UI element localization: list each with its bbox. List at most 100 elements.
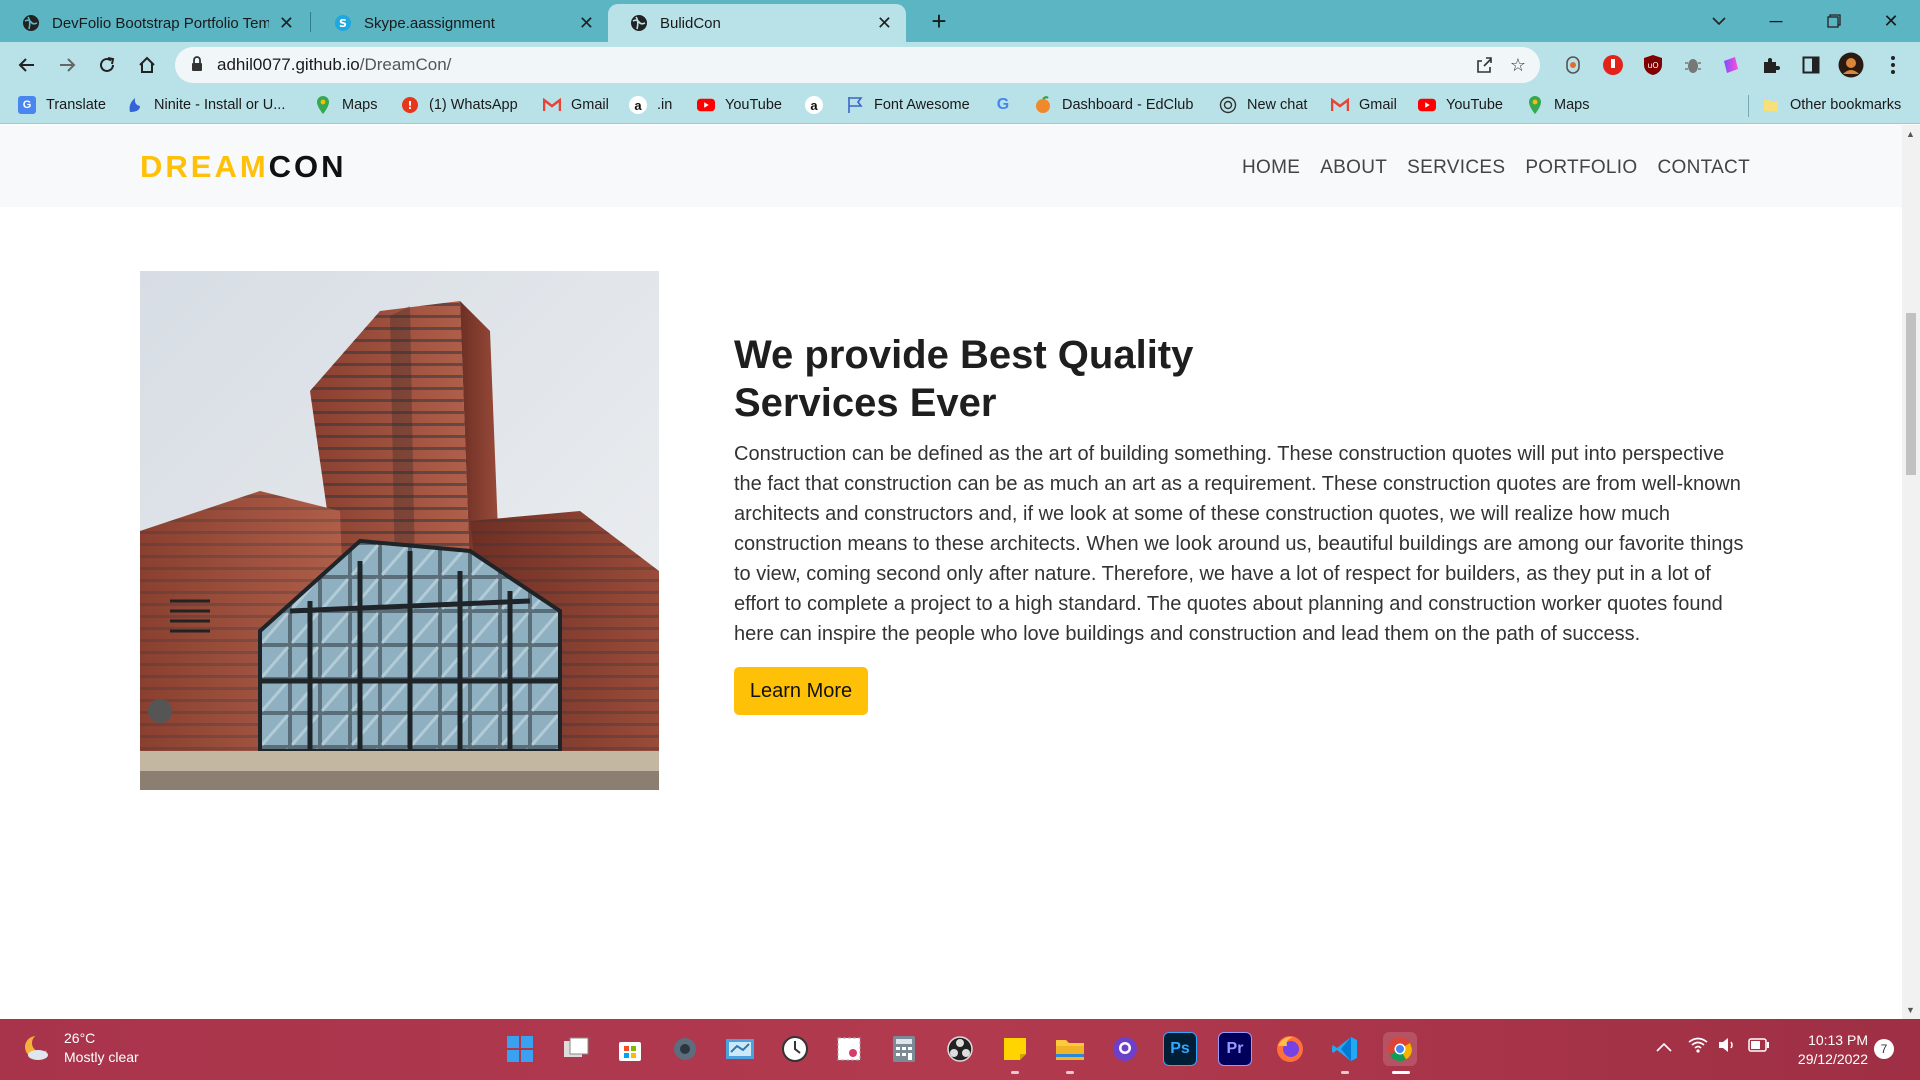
tab-devfolio[interactable]: DevFolio Bootstrap Portfolio Tem ✕ [0,4,308,42]
tab-search-chevron-icon[interactable] [1690,0,1748,42]
bookmark-youtube-2[interactable]: YouTube [1418,96,1503,114]
calculator-icon[interactable] [887,1032,921,1066]
task-view-icon[interactable] [559,1032,593,1066]
skype-icon: S [334,14,352,32]
maps-icon [314,96,332,114]
browser-tab-bar: DevFolio Bootstrap Portfolio Tem ✕ S Sky… [0,0,1920,42]
moon-cloud-icon [25,1034,50,1060]
bug-extension-icon[interactable] [1680,52,1706,78]
settings-gear-icon[interactable] [668,1032,702,1066]
firefox-icon[interactable] [1273,1032,1307,1066]
bookmark-google[interactable]: G [994,96,1022,114]
youtube-icon [1418,96,1436,114]
clock-app-icon[interactable] [778,1032,812,1066]
amazon-icon: a [629,96,647,114]
site-logo[interactable]: DREAMCON [140,149,347,185]
new-tab-button[interactable]: + [923,6,955,38]
close-icon[interactable]: ✕ [877,13,892,34]
tab-title: DevFolio Bootstrap Portfolio Tem [52,14,269,32]
close-icon[interactable]: ✕ [279,13,294,34]
notification-badge[interactable]: 7 [1874,1039,1894,1059]
taskbar-clock[interactable]: 10:13 PM 29/12/2022 [1784,1031,1868,1069]
home-button[interactable] [131,49,163,81]
close-window-button[interactable]: ✕ [1862,0,1920,42]
system-tray-chevron-icon[interactable] [1656,1037,1672,1057]
nav-about[interactable]: ABOUT [1320,157,1387,179]
ublock-icon[interactable]: uO [1640,52,1666,78]
back-button[interactable] [11,49,43,81]
vscode-icon[interactable] [1328,1032,1362,1066]
tab-buildcon[interactable]: BulidCon ✕ [608,4,906,42]
side-panel-icon[interactable] [1798,52,1824,78]
weather-widget[interactable]: 26°C Mostly clear [22,1029,139,1067]
volume-icon[interactable] [1718,1037,1738,1058]
adblock-icon[interactable] [1600,52,1626,78]
bookmark-maps[interactable]: Maps [314,96,377,114]
url-text[interactable]: adhil0077.github.io/DreamCon/ [217,55,451,75]
site-navbar: DREAMCON HOME ABOUT SERVICES PORTFOLIO C… [0,125,1902,207]
microsoft-store-icon[interactable] [613,1032,647,1066]
youtube-icon [697,96,715,114]
photoshop-icon[interactable]: Ps [1163,1032,1197,1066]
bookmark-amazon[interactable]: a [805,96,833,114]
sticky-notes-icon[interactable] [998,1032,1032,1066]
gradient-extension-icon[interactable] [1718,52,1744,78]
bookmark-other[interactable]: Other bookmarks [1762,96,1901,114]
tab-skype[interactable]: S Skype.aassignment ✕ [312,4,608,42]
minimize-button[interactable]: ─ [1747,0,1805,42]
windows-taskbar: 26°C Mostly clear Ps Pr 10:13 PM 29/12/2… [0,1019,1920,1080]
nav-contact[interactable]: CONTACT [1657,157,1750,179]
bookmark-label: Gmail [571,97,609,113]
reload-button[interactable] [91,49,123,81]
bookmark-star-icon[interactable]: ☆ [1507,54,1529,76]
page-scrollbar[interactable]: ▲ ▼ [1902,125,1920,1019]
profile-avatar[interactable] [1838,52,1864,78]
wifi-icon[interactable] [1688,1037,1708,1058]
bookmark-gmail[interactable]: Gmail [543,96,609,114]
forward-button[interactable] [51,49,83,81]
section-description: Construction can be defined as the art o… [734,443,1744,645]
restore-button[interactable] [1805,0,1863,42]
share-icon[interactable] [1473,54,1495,76]
control-panel-icon[interactable] [723,1032,757,1066]
scrollbar-thumb[interactable] [1906,313,1916,475]
snipping-tool-icon[interactable] [832,1032,866,1066]
scroll-up-arrow-icon[interactable]: ▲ [1906,129,1915,139]
services-content: We provide Best Quality Services Ever Co… [734,331,1754,649]
bookmark-ninite[interactable]: Ninite - Install or U... [126,96,285,114]
bookmark-gmail-2[interactable]: Gmail [1331,96,1397,114]
bookmark-translate[interactable]: G Translate [18,96,106,114]
bookmark-edclub[interactable]: Dashboard - EdClub [1034,96,1193,114]
chrome-icon[interactable] [1383,1032,1417,1066]
nav-portfolio[interactable]: PORTFOLIO [1525,157,1637,179]
lock-icon[interactable] [191,56,203,77]
nav-services[interactable]: SERVICES [1407,157,1505,179]
bookmark-whatsapp[interactable]: ! (1) WhatsApp [401,96,518,114]
premiere-pro-icon[interactable]: Pr [1218,1032,1252,1066]
learn-more-button[interactable]: Learn More [734,667,868,715]
bookmark-maps-2[interactable]: Maps [1526,96,1589,114]
bookmark-youtube[interactable]: YouTube [697,96,782,114]
logo-part-2: CON [268,149,347,184]
bookmark-label: YouTube [1446,97,1503,113]
extensions-puzzle-icon[interactable] [1758,52,1784,78]
bookmark-new-chat[interactable]: New chat [1219,96,1307,114]
svg-text:S: S [339,17,347,30]
extension-icon[interactable] [1560,52,1586,78]
kebab-menu-icon[interactable] [1880,52,1906,78]
obs-icon[interactable] [943,1032,977,1066]
github-desktop-icon[interactable] [1108,1032,1142,1066]
bookmark-amazon-in[interactable]: a .in [629,96,672,114]
battery-icon[interactable] [1748,1037,1770,1057]
bookmark-font-awesome[interactable]: Font Awesome [846,96,970,114]
nav-home[interactable]: HOME [1242,157,1300,179]
start-button[interactable] [503,1032,537,1066]
address-bar[interactable]: adhil0077.github.io/DreamCon/ ☆ [175,47,1540,83]
logo-part-1: DREAM [140,149,269,184]
close-icon[interactable]: ✕ [579,13,594,34]
folder-icon [1762,96,1780,114]
scroll-down-arrow-icon[interactable]: ▼ [1906,1005,1915,1015]
running-indicator [1011,1071,1019,1074]
bookmark-label: Dashboard - EdClub [1062,97,1194,113]
file-explorer-icon[interactable] [1053,1032,1087,1066]
